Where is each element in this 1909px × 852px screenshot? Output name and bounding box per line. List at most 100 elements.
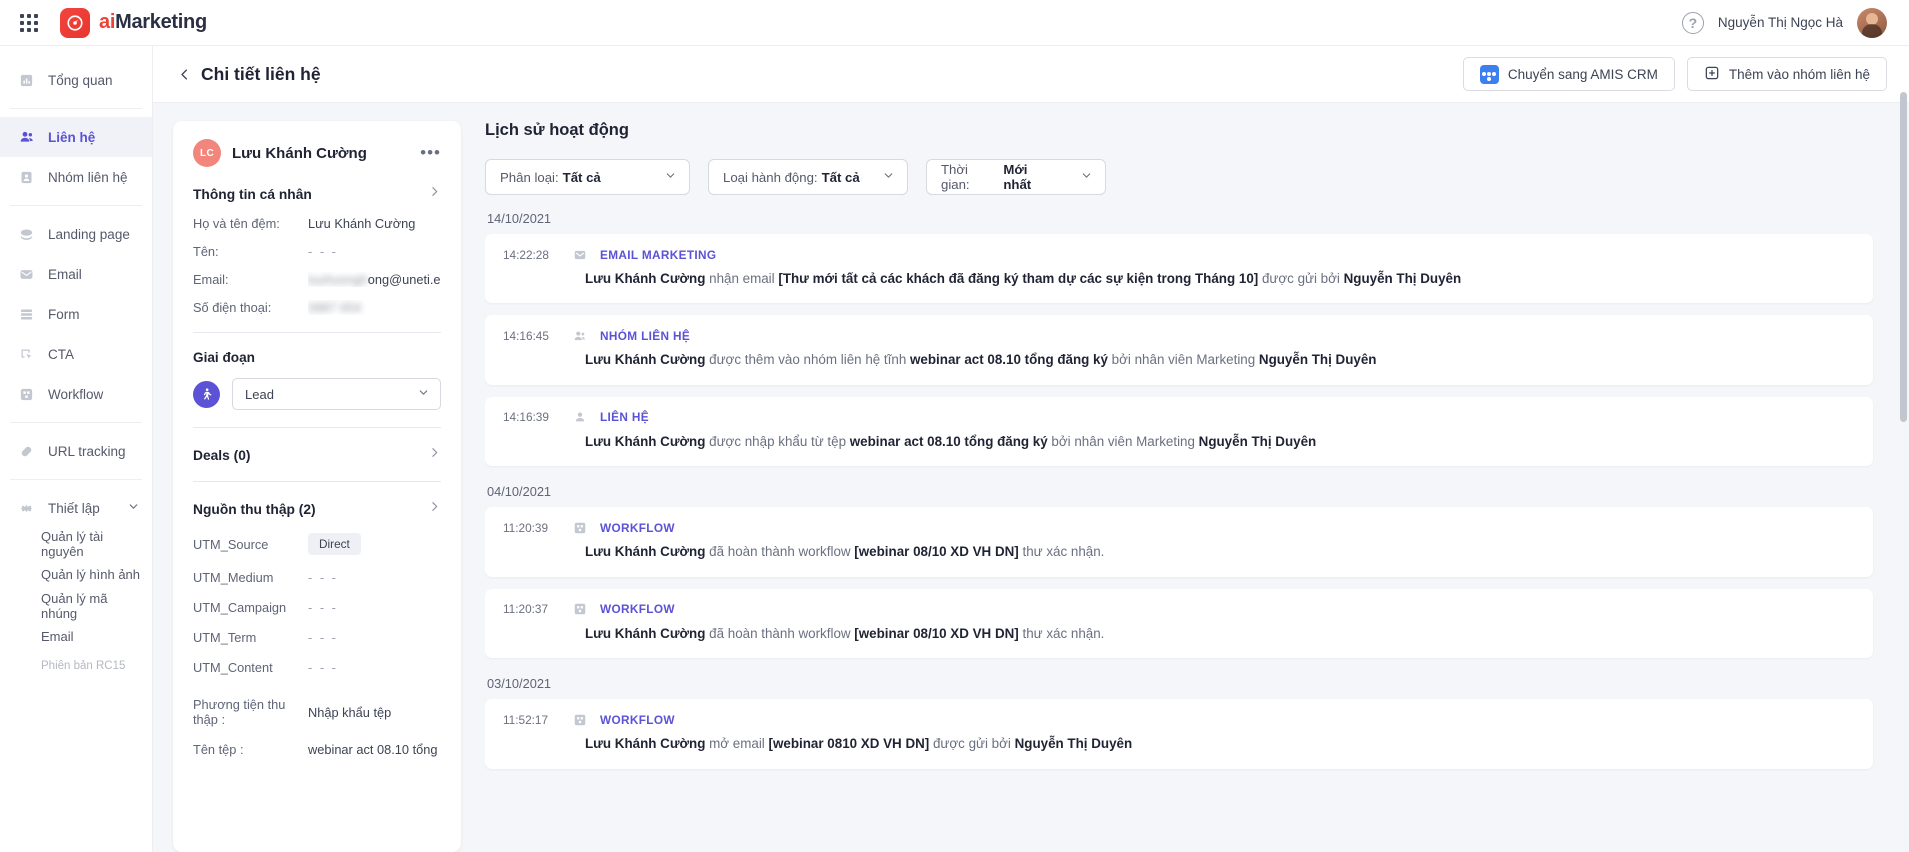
activity-event-kind[interactable]: WORKFLOW: [600, 521, 675, 535]
utm-value-badge: Direct: [308, 533, 361, 555]
sidebar-item-nhom-lien-he[interactable]: Nhóm liên hệ: [0, 157, 152, 197]
activity-event-description: Lưu Khánh Cường nhận email [Thư mới tất …: [585, 271, 1462, 286]
source-title: Nguồn thu thập (2): [193, 501, 316, 517]
nav-group-tools: Landing page Email Form CTA Workflow: [0, 208, 152, 420]
sidebar-item-thiet-lap[interactable]: Thiết lập: [0, 488, 152, 528]
workflow-icon: [572, 602, 587, 617]
brand-mark-icon: [60, 7, 90, 38]
field-row-ten: Tên: - - -: [193, 244, 441, 259]
add-to-contact-group-button[interactable]: Thêm vào nhóm liên hệ: [1686, 57, 1887, 91]
sidebar-item-tong-quan[interactable]: Tổng quan: [0, 60, 152, 100]
sidebar-item-form[interactable]: Form: [0, 294, 152, 334]
brand-ai-text: ai: [99, 11, 116, 33]
sidebar-subitem-quan-ly-hinh-anh[interactable]: Quản lý hình ảnh: [0, 559, 152, 590]
field-label: Email:: [193, 272, 229, 287]
field-row-email: Email: luuhuonghong@uneti.edu.vn: [193, 272, 441, 287]
sidebar-item-workflow[interactable]: Workflow: [0, 374, 152, 414]
activity-event-header: 11:52:17 WORKFLOW: [503, 712, 1855, 727]
filter-value: Tất cả: [821, 169, 860, 185]
sidebar-item-lien-he[interactable]: Liên hệ: [0, 117, 152, 157]
utm-row-term: UTM_Term - - -: [193, 630, 441, 645]
collect-method-row: Phương tiện thu thập : Nhập khẩu tệp: [193, 697, 441, 727]
brand-marketing-text: Marketing: [115, 11, 207, 33]
deals-section-header[interactable]: Deals (0): [193, 446, 441, 464]
activity-event-card[interactable]: 11:52:17 WORKFLOW Lưu Khánh Cường mở email…: [485, 699, 1873, 769]
stage-select[interactable]: Lead: [232, 378, 441, 410]
nav-divider: [10, 479, 142, 480]
filter-phan-loai[interactable]: Phân loại: Tất cả: [485, 159, 690, 195]
switch-to-amis-crm-button[interactable]: Chuyển sang AMIS CRM: [1462, 57, 1675, 91]
sidebar-sub-label: Quản lý mã nhúng: [41, 590, 108, 621]
field-row-ho-ten-dem: Họ và tên đệm: Lưu Khánh Cường: [193, 216, 441, 231]
activity-event-card[interactable]: 11:20:39 WORKFLOW Lưu Khánh Cường đã hoàn …: [485, 507, 1873, 577]
nav-divider: [10, 108, 142, 109]
chevron-left-icon[interactable]: [173, 63, 195, 85]
field-label: Số điện thoại:: [193, 300, 272, 315]
sidebar-label: Tổng quan: [48, 72, 113, 88]
sidebar-item-url-tracking[interactable]: URL tracking: [0, 431, 152, 471]
activity-history-title: Lịch sử hoạt động: [485, 121, 629, 139]
filter-value: Tất cả: [562, 169, 601, 185]
source-section-header[interactable]: Nguồn thu thập (2): [193, 500, 441, 518]
sidebar-item-landing-page[interactable]: Landing page: [0, 214, 152, 254]
utm-value: - - -: [308, 600, 338, 615]
field-label: Họ và tên đệm:: [193, 216, 280, 231]
layers-icon: [18, 226, 35, 243]
activity-event-header: 11:20:37 WORKFLOW: [503, 602, 1855, 617]
utm-key: UTM_Source: [193, 536, 269, 552]
filter-label: Loại hành động:: [723, 169, 818, 185]
file-name-row: Tên tệp : webinar act 08.10 tổng đã...: [193, 742, 441, 757]
app-root: aiMarketing ? Nguyễn Thị Ngọc Hà Tổng qu…: [0, 0, 1909, 852]
activity-event-kind[interactable]: LIÊN HỆ: [600, 410, 649, 424]
activity-event-header: 14:16:39 LIÊN HỆ: [503, 410, 1855, 425]
field-value: 0987 654: [308, 300, 441, 315]
sidebar-item-email[interactable]: Email: [0, 254, 152, 294]
filter-thoi-gian[interactable]: Thời gian: Mới nhất: [926, 159, 1106, 195]
page-scrollbar[interactable]: [1900, 46, 1907, 852]
sidebar-subitem-quan-ly-tai-nguyen[interactable]: Quản lý tài nguyên: [0, 528, 152, 559]
personal-info-title: Thông tin cá nhân: [193, 186, 312, 202]
activity-event-card[interactable]: 14:22:28 EMAIL MARKETING Lưu Khánh Cường n…: [485, 234, 1873, 304]
sidebar-sub-label: Quản lý tài nguyên: [41, 528, 104, 559]
utm-value: - - -: [308, 630, 338, 645]
activity-event-kind[interactable]: NHÓM LIÊN HỆ: [600, 329, 690, 343]
activity-event-time: 14:16:45: [503, 328, 549, 343]
more-horizontal-icon[interactable]: •••: [420, 144, 441, 161]
sidebar-subitem-email[interactable]: Email: [0, 621, 152, 652]
brand-logo[interactable]: aiMarketing: [60, 7, 207, 38]
activity-timeline: 14/10/2021 14:22:28 EMAIL MARKETING Lưu Khá…: [485, 211, 1887, 852]
sidebar-subitem-quan-ly-ma-nhung[interactable]: Quản lý mã nhúng: [0, 590, 152, 621]
content-area: LC Lưu Khánh Cường ••• Thông tin cá nhân…: [153, 103, 1909, 852]
chevron-down-icon: [417, 386, 430, 402]
page-title: Chi tiết liên hệ: [201, 63, 321, 84]
activity-event-card[interactable]: 14:16:45 NHÓM LIÊN HỆ Lưu Khánh Cường được…: [485, 315, 1873, 385]
sidebar-label: Landing page: [48, 226, 130, 242]
collect-method-value: Nhập khẩu tệp: [308, 704, 392, 720]
sidebar-label: Workflow: [48, 386, 104, 402]
help-icon[interactable]: ?: [1681, 11, 1704, 34]
app-grid-icon[interactable]: [12, 6, 46, 40]
scrollbar-thumb[interactable]: [1900, 92, 1907, 422]
activity-event-kind[interactable]: EMAIL MARKETING: [600, 248, 716, 262]
utm-row-source: UTM_Source Direct: [193, 533, 441, 555]
activity-event-kind[interactable]: WORKFLOW: [600, 602, 675, 616]
timeline-day-block: 03/10/2021 11:52:17 WORKFLOW Lưu Khánh Cườn…: [485, 676, 1873, 769]
activity-event-header: 11:20:39 WORKFLOW: [503, 520, 1855, 535]
activity-event-time: 14:16:39: [503, 410, 549, 425]
add-box-icon: [1704, 65, 1720, 84]
activity-event-card[interactable]: 11:20:37 WORKFLOW Lưu Khánh Cường đã hoàn …: [485, 588, 1873, 659]
brand-text: aiMarketing: [99, 11, 207, 34]
activity-event-time: 14:22:28: [503, 247, 549, 262]
activity-event-kind[interactable]: WORKFLOW: [600, 713, 675, 727]
phone-masked-part: 0987 654: [308, 300, 362, 315]
nav-divider: [10, 205, 142, 206]
sidebar-item-cta[interactable]: CTA: [0, 334, 152, 374]
personal-info-section-header[interactable]: Thông tin cá nhân: [193, 185, 441, 203]
user-name-label: Nguyễn Thị Ngọc Hà: [1717, 15, 1843, 30]
activity-event-card[interactable]: 14:16:39 LIÊN HỆ Lưu Khánh Cường được nhập…: [485, 396, 1873, 467]
avatar[interactable]: [1857, 7, 1887, 38]
filter-loai-hanh-dong[interactable]: Loại hành động: Tất cả: [708, 159, 908, 195]
users-icon: [18, 129, 35, 146]
nav-group-url: URL tracking: [0, 425, 152, 477]
version-label: Phiên bản RC15: [41, 660, 126, 672]
